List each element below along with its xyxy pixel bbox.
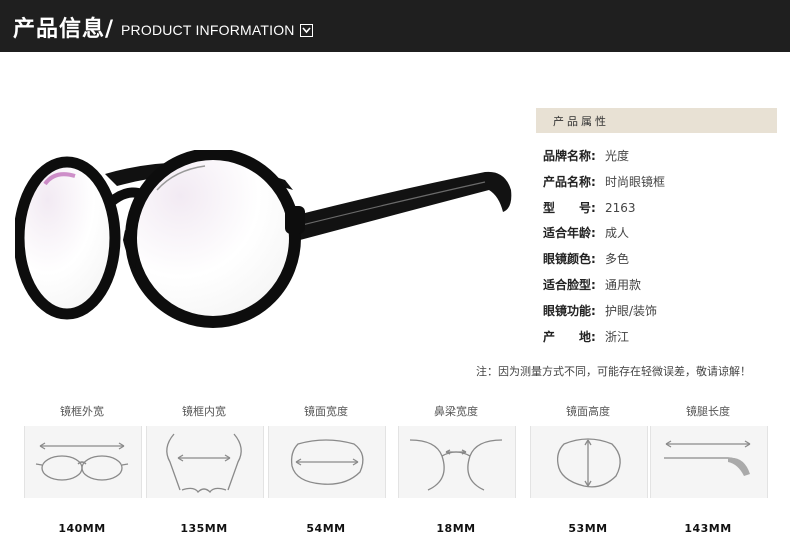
attr-value: 浙江 [605, 329, 630, 344]
bridge-width-icon [409, 439, 503, 491]
attr-value: 通用款 [605, 277, 642, 292]
attr-row-function: 眼镜功能: 护眼/装饰 [543, 302, 665, 328]
dimension-label: 镜面高度 [566, 405, 610, 418]
frame-inner-width-icon [166, 433, 242, 494]
dimension-lens-height: 镜面高度 [530, 396, 648, 504]
attributes-list: 品牌名称: 光度 产品名称: 时尚眼镜框 型 号: 2163 适合年龄: 成人 眼镜颜色… [543, 147, 665, 353]
attr-key: 眼镜功能: [543, 303, 596, 318]
attr-value: 多色 [605, 252, 630, 267]
lens-height-icon [556, 438, 621, 488]
measurement-note: 注：因为测量方式不同，可能存在轻微误差，敬请谅解！ [476, 365, 751, 378]
dimension-value: 54MM [306, 522, 346, 535]
temple-length-icon [664, 440, 751, 476]
attributes-heading-bar: 产品属性 [536, 108, 777, 133]
attr-key: 眼镜颜色: [543, 252, 596, 267]
product-info-header: 产品信息/ PRODUCT INFORMATION [0, 0, 790, 52]
dimension-lens-width: 镜面宽度 [268, 396, 386, 504]
dimension-label: 鼻梁宽度 [434, 405, 478, 418]
dimension-label: 镜框外宽 [60, 405, 104, 418]
attr-row-model: 型 号: 2163 [543, 199, 665, 225]
attr-key: 品牌名称: [543, 149, 596, 163]
lens-width-icon [290, 439, 364, 485]
attr-row-product-name: 产品名称: 时尚眼镜框 [543, 173, 665, 199]
attr-value: 时尚眼镜框 [605, 174, 666, 189]
attr-value: 光度 [605, 149, 630, 163]
dimension-frame-outer-width: 镜框外宽 [24, 396, 142, 504]
attr-key: 适合年龄: [543, 226, 596, 241]
attr-row-color: 眼镜颜色: 多色 [543, 250, 665, 276]
attr-key: 产品名称: [543, 174, 596, 189]
glasses-product-image [13, 148, 515, 339]
attr-value: 护眼/装饰 [605, 303, 658, 318]
attr-key: 型 号: [543, 200, 596, 215]
dimension-value: 140MM [58, 522, 106, 535]
attr-row-brand: 品牌名称: 光度 [543, 147, 665, 173]
header-title-en: PRODUCT INFORMATION [121, 22, 295, 38]
attributes-heading: 产品属性 [553, 115, 609, 128]
dimension-label: 镜面宽度 [304, 405, 348, 418]
dimension-bridge-width: 鼻梁宽度 [398, 396, 516, 504]
dimension-label: 镜框内宽 [182, 405, 226, 418]
dimension-value: 143MM [684, 522, 732, 535]
chevron-down-icon[interactable] [300, 24, 313, 37]
attr-value: 2163 [605, 200, 636, 215]
attr-row-age: 适合年龄: 成人 [543, 224, 665, 250]
dimension-temple-length: 镜腿长度 [650, 396, 768, 504]
attr-key: 产 地: [543, 329, 596, 344]
dimension-value: 53MM [568, 522, 608, 535]
attr-key: 适合脸型: [543, 277, 596, 292]
attr-row-face-shape: 适合脸型: 通用款 [543, 276, 665, 302]
dimensions-strip: 镜框外宽 镜框内宽 镜面宽度 鼻梁宽度 镜面高度 镜腿长度 [18, 396, 770, 504]
attr-row-origin: 产 地: 浙江 [543, 328, 665, 354]
dimension-value: 18MM [436, 522, 476, 535]
attr-value: 成人 [605, 226, 630, 241]
dimension-frame-inner-width: 镜框内宽 [146, 396, 264, 504]
header-title-cn: 产品信息/ [13, 17, 115, 42]
dimension-value: 135MM [180, 522, 228, 535]
dimension-label: 镜腿长度 [686, 405, 730, 418]
frame-outer-width-icon [35, 442, 129, 481]
